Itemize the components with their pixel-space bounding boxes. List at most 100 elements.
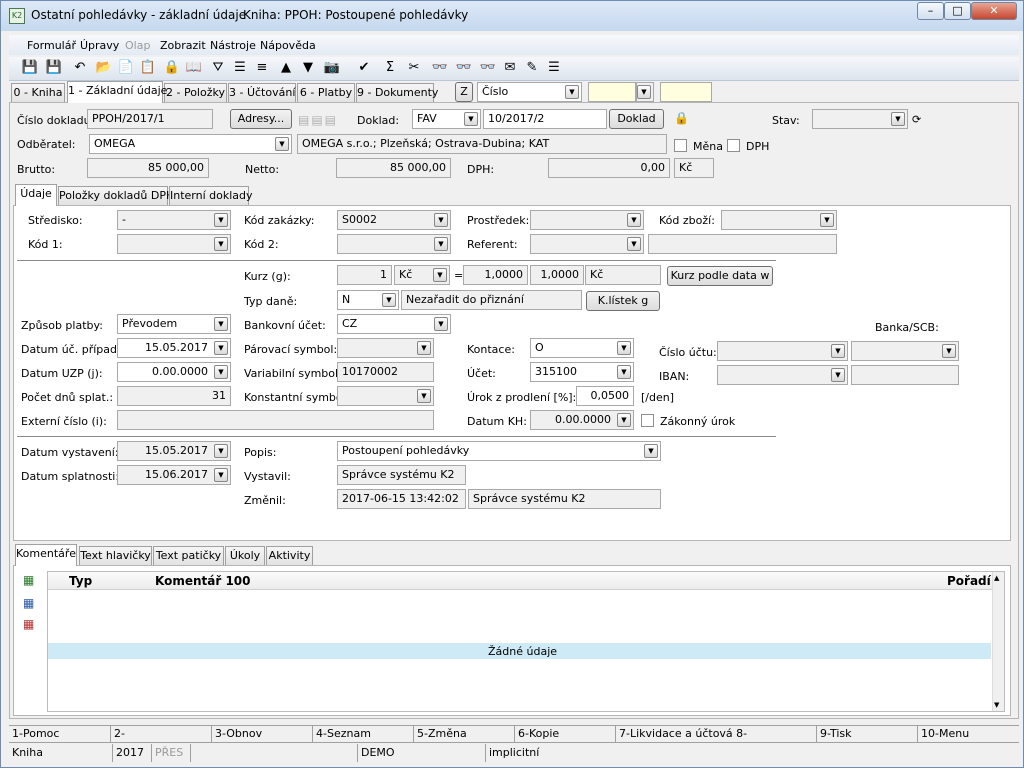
menu-upravy[interactable]: Úpravy xyxy=(80,39,119,52)
help-icon[interactable]: ⟳ xyxy=(912,113,921,126)
lock-icon[interactable]: 🔒 xyxy=(163,59,181,77)
edit-icon[interactable]: ✎ xyxy=(523,59,541,77)
binoculars-icon[interactable]: 👓 xyxy=(431,59,449,77)
maximize-button[interactable]: □ xyxy=(944,2,971,20)
delete-comment-icon[interactable]: ▦ xyxy=(23,617,34,631)
prostredek-select[interactable]: ▼ xyxy=(530,210,644,230)
filter-field-2[interactable] xyxy=(660,82,712,102)
variabilni-field[interactable]: 10170002 xyxy=(337,362,434,382)
edit-comment-icon[interactable]: ▦ xyxy=(23,596,34,610)
referent-select[interactable]: ▼ xyxy=(530,234,644,254)
doklad-button[interactable]: Doklad xyxy=(609,109,664,129)
tab-aktivity[interactable]: Aktivity xyxy=(266,546,313,566)
kurz-currency-select[interactable]: Kč ▼ xyxy=(394,265,450,285)
scroll-up-icon[interactable]: ▲ xyxy=(994,574,999,582)
parovaci-select[interactable]: ▼ xyxy=(337,338,434,358)
typ-dane-select[interactable]: N ▼ xyxy=(337,290,399,310)
stredisko-select[interactable]: - ▼ xyxy=(117,210,231,230)
cislo-uctu-select[interactable]: ▼ xyxy=(717,341,848,361)
filter-field-1[interactable] xyxy=(588,82,636,102)
recalc-icon[interactable]: ✔ xyxy=(355,59,373,77)
tab-zakladni-udaje[interactable]: 1 - Základní údaje xyxy=(67,81,167,103)
sort-select[interactable]: Číslo ▼ xyxy=(477,82,582,102)
new-doc-icon[interactable]: 📄 xyxy=(117,59,135,77)
sort-key-button[interactable]: Z xyxy=(455,82,473,102)
binoculars-prev-icon[interactable]: 👓 xyxy=(479,59,497,77)
arrow-down-icon[interactable]: ▼ xyxy=(299,59,317,77)
tab-uctovani[interactable]: 3 - Účtování xyxy=(228,83,296,103)
filter-select[interactable]: ▼ xyxy=(636,82,654,102)
fkey-f9[interactable]: 9-Tisk xyxy=(817,725,918,743)
datum-uzp-field[interactable]: 0.00.0000 ▼ xyxy=(117,362,231,382)
menu-olap[interactable]: Olap xyxy=(125,39,150,52)
tab-polozky[interactable]: 2 - Položky xyxy=(164,83,227,103)
dph-checkbox[interactable] xyxy=(727,139,740,152)
externi-field[interactable] xyxy=(117,410,434,430)
datum-vystaveni-field[interactable]: 15.05.2017 ▼ xyxy=(117,441,231,461)
col-typ[interactable]: Typ xyxy=(69,574,92,588)
cislo-dokladu-field[interactable]: PPOH/2017/1 xyxy=(87,109,213,129)
menu-napoveda[interactable]: Nápověda xyxy=(260,39,316,52)
iban-select[interactable]: ▼ xyxy=(717,365,848,385)
urok-field[interactable]: 0,0500 xyxy=(576,386,634,406)
kurz-rate-field[interactable]: 1,0000 xyxy=(463,265,528,285)
stav-select[interactable]: ▼ xyxy=(812,109,908,129)
konstantni-select[interactable]: ▼ xyxy=(337,386,434,406)
pocet-dnu-field[interactable]: 31 xyxy=(117,386,231,406)
kod1-select[interactable]: ▼ xyxy=(117,234,231,254)
fkey-f5[interactable]: 5-Změna xyxy=(414,725,515,743)
tab-platby[interactable]: 6 - Platby xyxy=(297,83,355,103)
kod-zakazky-select[interactable]: S0002 ▼ xyxy=(337,210,451,230)
mena-checkbox[interactable] xyxy=(674,139,687,152)
kurz-amount-field[interactable]: 1 xyxy=(337,265,392,285)
kontrolni-listek-button[interactable]: K.lístek g xyxy=(586,291,660,311)
tab-kniha[interactable]: 0 - Kniha xyxy=(11,83,65,103)
zakonny-urok-checkbox[interactable] xyxy=(641,414,654,427)
adresy-button[interactable]: Adresy... xyxy=(230,109,292,129)
add-comment-icon[interactable]: ▦ xyxy=(23,573,34,587)
camera-icon[interactable]: 📷 xyxy=(323,59,341,77)
mail-icon[interactable]: ✉ xyxy=(501,59,519,77)
kod-zbozi-select[interactable]: ▼ xyxy=(721,210,837,230)
close-button[interactable]: ✕ xyxy=(971,2,1017,20)
col-poradi[interactable]: Pořadí xyxy=(947,574,991,588)
fkey-f2[interactable]: 2- xyxy=(111,725,212,743)
odberatel-select[interactable]: OMEGA ▼ xyxy=(89,134,292,154)
banka-select[interactable]: ▼ xyxy=(851,341,959,361)
datum-uc-field[interactable]: 15.05.2017 ▼ xyxy=(117,338,231,358)
doklad-type-select[interactable]: FAV ▼ xyxy=(412,109,481,129)
kurz-podle-data-button[interactable]: Kurz podle data w xyxy=(667,266,773,286)
copy-icon[interactable]: 📋 xyxy=(139,59,157,77)
tab-dokumenty[interactable]: 9 - Dokumenty xyxy=(356,83,438,103)
open-folder-icon[interactable]: 📂 xyxy=(95,59,113,77)
kod2-select[interactable]: ▼ xyxy=(337,234,451,254)
fkey-f6[interactable]: 6-Kopie xyxy=(515,725,616,743)
subtab-udaje[interactable]: Údaje xyxy=(15,184,57,206)
filter-icon[interactable]: ⛛ xyxy=(209,59,227,77)
kontace-select[interactable]: O ▼ xyxy=(530,338,634,358)
fkey-f1[interactable]: 1-Pomoc xyxy=(9,725,111,743)
datum-kh-field[interactable]: 0.00.0000 ▼ xyxy=(530,410,634,430)
sigma-icon[interactable]: Σ xyxy=(381,59,399,77)
scroll-down-icon[interactable]: ▼ xyxy=(994,701,999,709)
menu-zobrazit[interactable]: Zobrazit xyxy=(160,39,206,52)
tab-text-hlavicky[interactable]: Text hlavičky xyxy=(79,546,152,566)
binoculars-next-icon[interactable]: 👓 xyxy=(455,59,473,77)
fkey-f4[interactable]: 4-Seznam xyxy=(313,725,414,743)
doklad-number-field[interactable]: 10/2017/2 xyxy=(483,109,607,129)
col-komentar[interactable]: Komentář 100 xyxy=(155,574,251,588)
filter-list-icon[interactable]: ☰ xyxy=(231,59,249,77)
menu-formular[interactable]: Formulář xyxy=(27,39,76,52)
zpusob-platby-select[interactable]: Převodem ▼ xyxy=(117,314,231,334)
bankovni-ucet-select[interactable]: CZ ▼ xyxy=(337,314,451,334)
save-icon[interactable]: 💾 xyxy=(21,59,39,77)
popis-select[interactable]: Postoupení pohledávky ▼ xyxy=(337,441,661,461)
fkey-f7-f8[interactable]: 7-Likvidace a účtová 8- xyxy=(616,725,817,743)
ucet-select[interactable]: 315100 ▼ xyxy=(530,362,634,382)
scissors-icon[interactable]: ✂ xyxy=(405,59,423,77)
subtab-interni-doklady[interactable]: Interní doklady xyxy=(169,186,253,206)
comments-scrollbar[interactable] xyxy=(992,572,1004,711)
undo-icon[interactable]: ↶ xyxy=(71,59,89,77)
book-icon[interactable]: 📖 xyxy=(185,59,203,77)
minimize-button[interactable]: – xyxy=(917,2,944,20)
